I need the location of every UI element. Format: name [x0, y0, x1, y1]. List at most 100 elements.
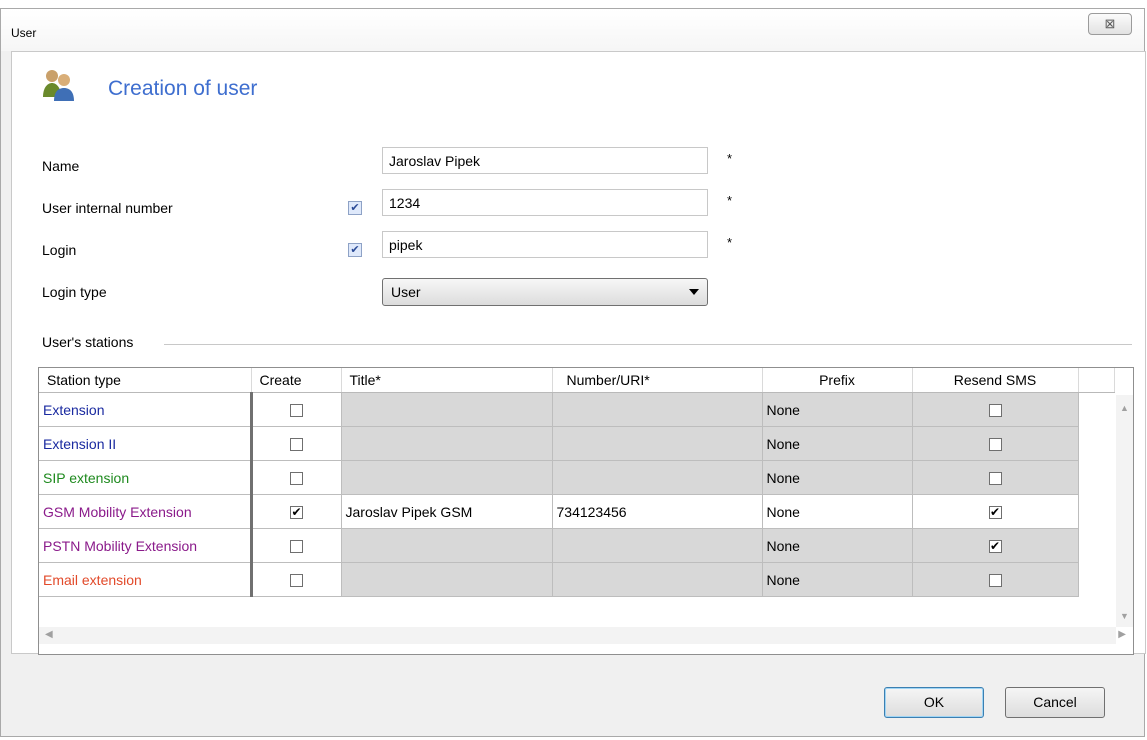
create-checkbox[interactable]: [290, 540, 303, 554]
scroll-up-icon[interactable]: ▲: [1120, 403, 1129, 413]
prefix-cell[interactable]: None: [762, 426, 913, 461]
filler-cell: [1078, 393, 1114, 427]
create-cell[interactable]: ✔: [251, 494, 342, 529]
number-cell[interactable]: [552, 528, 763, 563]
table-row[interactable]: GSM Mobility Extension ✔ Jaroslav Pipek GS…: [39, 494, 1114, 529]
table-row[interactable]: Extension None: [39, 392, 1114, 427]
col-title[interactable]: Title*: [341, 368, 553, 393]
title-cell[interactable]: [341, 528, 553, 563]
login-checkbox[interactable]: ✔: [348, 243, 362, 257]
resend-sms-cell[interactable]: ✔: [912, 494, 1079, 529]
station-type-label: GSM Mobility Extension: [43, 503, 192, 520]
station-type-cell[interactable]: Email extension: [39, 562, 253, 597]
station-type-cell[interactable]: Extension II: [39, 426, 253, 461]
title-cell[interactable]: [341, 426, 553, 461]
col-filler: [1078, 368, 1115, 393]
number-cell[interactable]: [552, 392, 763, 427]
resend-sms-cell[interactable]: [912, 562, 1079, 597]
create-cell[interactable]: [251, 392, 342, 427]
title-bar: User ⊠: [1, 9, 1144, 51]
name-field[interactable]: [382, 147, 708, 174]
station-type-label: PSTN Mobility Extension: [43, 537, 198, 554]
title-cell[interactable]: [341, 392, 553, 427]
stations-grid[interactable]: Station type Create Title* Number/URI* P…: [38, 367, 1134, 655]
table-row[interactable]: PSTN Mobility Extension None ✔: [39, 528, 1114, 563]
col-resend-sms[interactable]: Resend SMS: [912, 368, 1079, 393]
create-cell[interactable]: [251, 426, 342, 461]
filler-cell: [1078, 563, 1114, 597]
col-prefix[interactable]: Prefix: [762, 368, 913, 393]
required-mark: *: [727, 193, 733, 208]
resend-sms-cell[interactable]: [912, 392, 1079, 427]
internal-number-field[interactable]: [382, 189, 708, 216]
station-type-cell[interactable]: Extension: [39, 392, 253, 427]
resend-sms-checkbox[interactable]: ✔: [988, 506, 1002, 520]
stations-group-label: User's stations: [42, 334, 134, 350]
station-type-cell[interactable]: GSM Mobility Extension: [39, 494, 253, 529]
prefix-cell[interactable]: None: [762, 460, 913, 495]
create-checkbox[interactable]: [290, 404, 303, 418]
login-field[interactable]: [382, 231, 708, 258]
login-label: Login: [42, 242, 77, 258]
prefix-cell[interactable]: None: [762, 528, 913, 563]
create-checkbox[interactable]: [290, 438, 303, 452]
internal-number-label: User internal number: [42, 200, 173, 216]
login-type-select[interactable]: User: [382, 278, 708, 306]
resend-sms-cell[interactable]: [912, 460, 1079, 495]
create-checkbox[interactable]: ✔: [290, 506, 303, 520]
login-type-label: Login type: [42, 284, 107, 300]
group-divider: [164, 344, 1132, 345]
number-cell[interactable]: [552, 460, 763, 495]
title-cell[interactable]: Jaroslav Pipek GSM: [341, 494, 553, 529]
internal-number-checkbox[interactable]: ✔: [348, 201, 362, 215]
col-station-type[interactable]: Station type: [39, 368, 252, 393]
filler-cell: [1078, 427, 1114, 461]
name-label: Name: [42, 158, 80, 174]
col-number[interactable]: Number/URI*: [552, 368, 763, 393]
col-create[interactable]: Create: [251, 368, 342, 393]
stations-table: Station type Create Title* Number/URI* P…: [39, 368, 1115, 597]
resend-sms-checkbox[interactable]: [988, 574, 1002, 588]
resend-sms-cell[interactable]: [912, 426, 1079, 461]
create-cell[interactable]: [251, 528, 342, 563]
required-mark: *: [727, 235, 733, 250]
number-cell[interactable]: [552, 426, 763, 461]
create-cell[interactable]: [251, 460, 342, 495]
grid-header-row: Station type Create Title* Number/URI* P…: [39, 368, 1115, 393]
station-type-label: SIP extension: [43, 469, 130, 486]
window-title: User: [11, 26, 37, 40]
table-row[interactable]: SIP extension None: [39, 460, 1114, 495]
resend-sms-checkbox[interactable]: [988, 438, 1002, 452]
title-cell[interactable]: [341, 562, 553, 597]
table-row[interactable]: Email extension None: [39, 562, 1114, 597]
dialog-content: Creation of user Name * User internal nu…: [11, 51, 1146, 655]
scroll-down-icon[interactable]: ▼: [1120, 611, 1129, 621]
resend-sms-checkbox[interactable]: [988, 404, 1002, 418]
number-cell[interactable]: [552, 562, 763, 597]
ok-button[interactable]: OK: [884, 687, 984, 718]
prefix-cell[interactable]: None: [762, 392, 913, 427]
user-dialog: User ⊠ Creation of user Name * User inte…: [0, 8, 1146, 737]
horizontal-scrollbar[interactable]: ◀ ▶: [39, 627, 1126, 644]
scroll-left-icon[interactable]: ◀: [45, 629, 53, 640]
close-button[interactable]: ⊠: [1088, 13, 1132, 35]
create-checkbox[interactable]: [290, 472, 303, 486]
title-cell[interactable]: [341, 460, 553, 495]
number-cell[interactable]: 734123456: [552, 494, 763, 529]
station-type-cell[interactable]: PSTN Mobility Extension: [39, 528, 253, 563]
resend-sms-checkbox[interactable]: ✔: [988, 540, 1002, 554]
create-checkbox[interactable]: [290, 574, 303, 588]
filler-cell: [1078, 495, 1114, 529]
resend-sms-cell[interactable]: ✔: [912, 528, 1079, 563]
filler-cell: [1078, 461, 1114, 495]
resend-sms-checkbox[interactable]: [988, 472, 1002, 486]
filler-cell: [1078, 529, 1114, 563]
station-type-cell[interactable]: SIP extension: [39, 460, 253, 495]
prefix-cell[interactable]: None: [762, 562, 913, 597]
vertical-scrollbar[interactable]: ▲ ▼: [1116, 395, 1133, 627]
scroll-right-icon[interactable]: ▶: [1118, 629, 1126, 640]
cancel-button[interactable]: Cancel: [1005, 687, 1105, 718]
prefix-cell[interactable]: None: [762, 494, 913, 529]
table-row[interactable]: Extension II None: [39, 426, 1114, 461]
create-cell[interactable]: [251, 562, 342, 597]
